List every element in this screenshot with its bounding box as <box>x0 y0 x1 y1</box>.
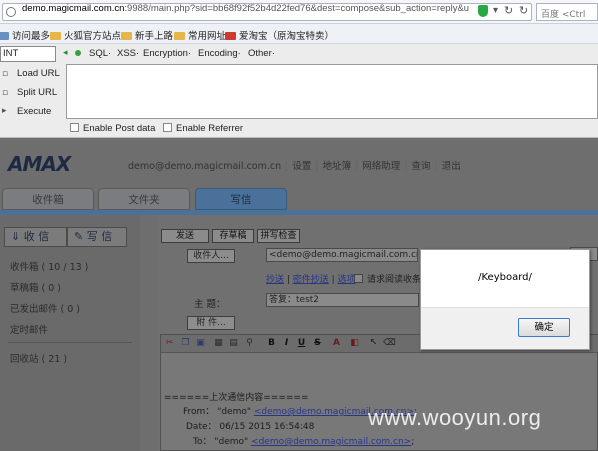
pointer-icon[interactable]: ↖ <box>368 338 379 349</box>
taobao-icon <box>225 32 236 40</box>
execute-icon: ▸ <box>2 106 7 116</box>
to-field[interactable]: <demo@demo.magicmail.com.cn> <box>266 248 418 262</box>
bcc-link[interactable]: 密件抄送 <box>293 275 329 285</box>
underline-icon[interactable]: U <box>296 338 307 349</box>
save-draft-button[interactable]: 存草稿 <box>212 229 254 243</box>
font-color-icon[interactable]: A <box>331 338 342 349</box>
shield-icon[interactable] <box>478 5 488 17</box>
quote-date: Date： 06/15 2015 16:54:48 <box>186 422 315 432</box>
write-button[interactable]: ✎ 写 信 <box>67 227 127 247</box>
menu-xss[interactable]: XSS· <box>117 48 139 59</box>
sidebar-divider <box>8 342 132 343</box>
dot-icon[interactable] <box>75 50 81 56</box>
options-link[interactable]: 选项 <box>338 275 356 285</box>
bookmark-common-sites[interactable]: 常用网址 <box>174 28 226 42</box>
italic-icon[interactable]: I <box>281 338 292 349</box>
menu-sql[interactable]: SQL· <box>89 48 111 59</box>
load-url-icon: ▫ <box>2 69 9 79</box>
folder-icon <box>121 32 132 40</box>
download-icon: ⇓ <box>11 230 21 243</box>
enable-post-checkbox[interactable]: Enable Post data <box>70 123 155 134</box>
strike-icon[interactable]: S <box>312 338 323 349</box>
checkbox-box[interactable] <box>163 123 172 132</box>
ok-button[interactable]: 确定 <box>518 318 570 337</box>
load-url-button[interactable]: Load URL <box>17 68 60 79</box>
cc-link[interactable]: 抄送 <box>266 275 284 285</box>
copy-icon[interactable]: ❐ <box>180 338 191 349</box>
refresh-icon[interactable]: ↻ <box>519 4 528 17</box>
menu-encoding[interactable]: Encoding· <box>198 48 241 59</box>
folder-drafts[interactable]: 草稿箱 ( 0 ) <box>10 280 61 294</box>
enable-referrer-checkbox[interactable]: Enable Referrer <box>163 123 243 134</box>
split-url-button[interactable]: Split URL <box>17 87 57 98</box>
globe-icon <box>6 7 16 17</box>
split-url-icon: ▫ <box>2 88 9 98</box>
quote-to: To： "demo" <demo@demo.magicmail.com.cn>; <box>193 437 415 447</box>
bookmark-icon <box>0 32 9 40</box>
execute-button[interactable]: Execute <box>17 106 51 117</box>
tab-folders[interactable]: 文件夹 <box>98 188 190 210</box>
bookmark-most-visited[interactable]: 访问最多 <box>0 28 50 42</box>
nav-settings[interactable]: 设置 <box>292 161 311 172</box>
menu-encryption[interactable]: Encryption· <box>143 48 191 59</box>
menu-other[interactable]: Other· <box>248 48 275 59</box>
dialog-message: /Keyboard/ <box>478 272 532 283</box>
user-email: demo@demo.magicmail.com.cn <box>128 161 282 172</box>
send-button[interactable]: 发送 <box>161 229 209 243</box>
watermark: www.wooyun.org <box>368 405 542 430</box>
int-select[interactable]: INT <box>0 46 56 62</box>
quote-header: ======上次通信内容====== <box>164 393 309 403</box>
url-path: :9988/main.php?sid=bb68f92f52b4d22fed76&… <box>124 3 470 14</box>
url-text: demo.magicmail.com.cn:9988/main.php?sid=… <box>22 3 469 14</box>
nav-search[interactable]: 查询 <box>412 161 431 172</box>
to-email-link[interactable]: <demo@demo.magicmail.com.cn> <box>251 437 411 447</box>
cc-links: 抄送 | 密件抄送 | 选项 <box>266 275 356 285</box>
subject-field[interactable]: 答复：test2 <box>266 293 419 307</box>
to-button[interactable]: 收件人... <box>187 249 235 263</box>
image-icon[interactable]: ▤ <box>228 338 239 349</box>
top-nav: demo@demo.magicmail.com.cn | 设置 | 地址簿 | 网络助理 | 查… <box>128 161 461 172</box>
folder-icon <box>50 32 61 40</box>
nav-addressbook[interactable]: 地址簿 <box>323 161 352 172</box>
bookmark-firefox[interactable]: 火狐官方站点 <box>50 28 121 42</box>
folder-trash[interactable]: 回收站 ( 21 ) <box>10 351 67 365</box>
reload-icon[interactable]: ↻ <box>504 4 513 17</box>
url-host: demo.magicmail.com.cn <box>22 3 125 14</box>
edit-icon: ✎ <box>74 230 84 243</box>
arrow-left-icon[interactable]: ◂ <box>63 48 68 58</box>
bookmark-getting-started[interactable]: 新手上路 <box>121 28 173 42</box>
checkbox-box[interactable] <box>354 274 363 283</box>
highlight-icon[interactable]: ◧ <box>349 338 360 349</box>
folder-inbox[interactable]: 收件箱 ( 10 / 13 ) <box>10 259 88 273</box>
search-placeholder: 百度 <Ctrl <box>541 10 586 20</box>
bold-icon[interactable]: B <box>266 338 277 349</box>
cut-icon[interactable]: ✂ <box>164 338 175 349</box>
nav-logout[interactable]: 退出 <box>442 161 461 172</box>
read-receipt-checkbox[interactable]: 请求阅读收条 <box>354 272 421 285</box>
app-logo: AMAX <box>8 152 71 176</box>
table-icon[interactable]: ▦ <box>213 338 224 349</box>
attach-button[interactable]: 附 件... <box>187 316 235 330</box>
hackbar-url-textarea[interactable] <box>66 64 598 119</box>
tab-compose[interactable]: 写信 <box>195 188 287 210</box>
bookmark-taobao[interactable]: 爱淘宝（原淘宝特卖） <box>225 28 334 42</box>
spellcheck-button[interactable]: 拼写检查 <box>257 229 300 243</box>
link-icon[interactable]: ⚲ <box>244 338 255 349</box>
subject-label: 主 题： <box>194 299 226 310</box>
folder-scheduled[interactable]: 定时邮件 <box>10 322 48 336</box>
paste-icon[interactable]: ▣ <box>195 338 206 349</box>
folder-sent[interactable]: 已发出邮件 ( 0 ) <box>10 301 80 315</box>
nav-assistant[interactable]: 网络助理 <box>362 161 400 172</box>
eraser-icon[interactable]: ⌫ <box>383 338 396 349</box>
receive-button[interactable]: ⇓ 收 信 <box>4 227 67 247</box>
checkbox-box[interactable] <box>70 123 79 132</box>
tab-inbox[interactable]: 收件箱 <box>2 188 94 210</box>
folder-icon <box>174 32 185 40</box>
dropdown-icon[interactable]: ▾ <box>493 5 498 16</box>
